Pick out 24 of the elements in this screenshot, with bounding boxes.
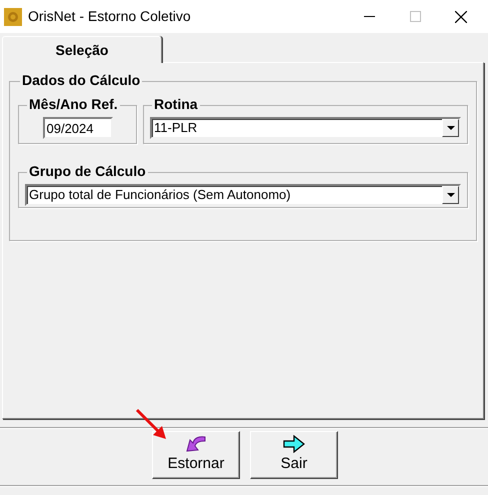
- window-title: OrisNet - Estorno Coletivo: [28, 7, 191, 26]
- exit-button[interactable]: Sair: [250, 431, 338, 479]
- close-icon: [455, 10, 467, 22]
- caret-icon: [446, 126, 454, 130]
- dropdown-field[interactable]: Grupo total de Funcionários (Sem Autonomo): [25, 184, 461, 206]
- tab[interactable]: Seleção: [2, 36, 162, 63]
- group-label: Dados do Cálculo: [22, 72, 140, 88]
- maximize-icon: [410, 11, 420, 22]
- minimize-icon: [364, 16, 374, 17]
- group-label: Rotina: [154, 96, 198, 112]
- dropdown-button[interactable]: [442, 119, 459, 137]
- dropdown-field[interactable]: 11-PLR: [150, 117, 461, 139]
- dropdown-value: 11-PLR: [153, 119, 198, 138]
- pointer-arrow: [135, 408, 169, 442]
- caret-icon: [446, 193, 454, 197]
- curved-arrow-icon: [185, 434, 207, 453]
- undo-button[interactable]: Estornar: [152, 431, 240, 479]
- dropdown-value: Grupo total de Funcionários (Sem Autonomo): [28, 186, 292, 204]
- right-arrow-icon: [283, 434, 305, 453]
- period-field[interactable]: 09/2024: [42, 117, 112, 139]
- app-icon: [4, 8, 22, 26]
- group-label: Mês/Ano Ref.: [29, 96, 118, 112]
- group-label: Grupo de Cálculo: [29, 163, 146, 179]
- dropdown-button[interactable]: [442, 186, 459, 204]
